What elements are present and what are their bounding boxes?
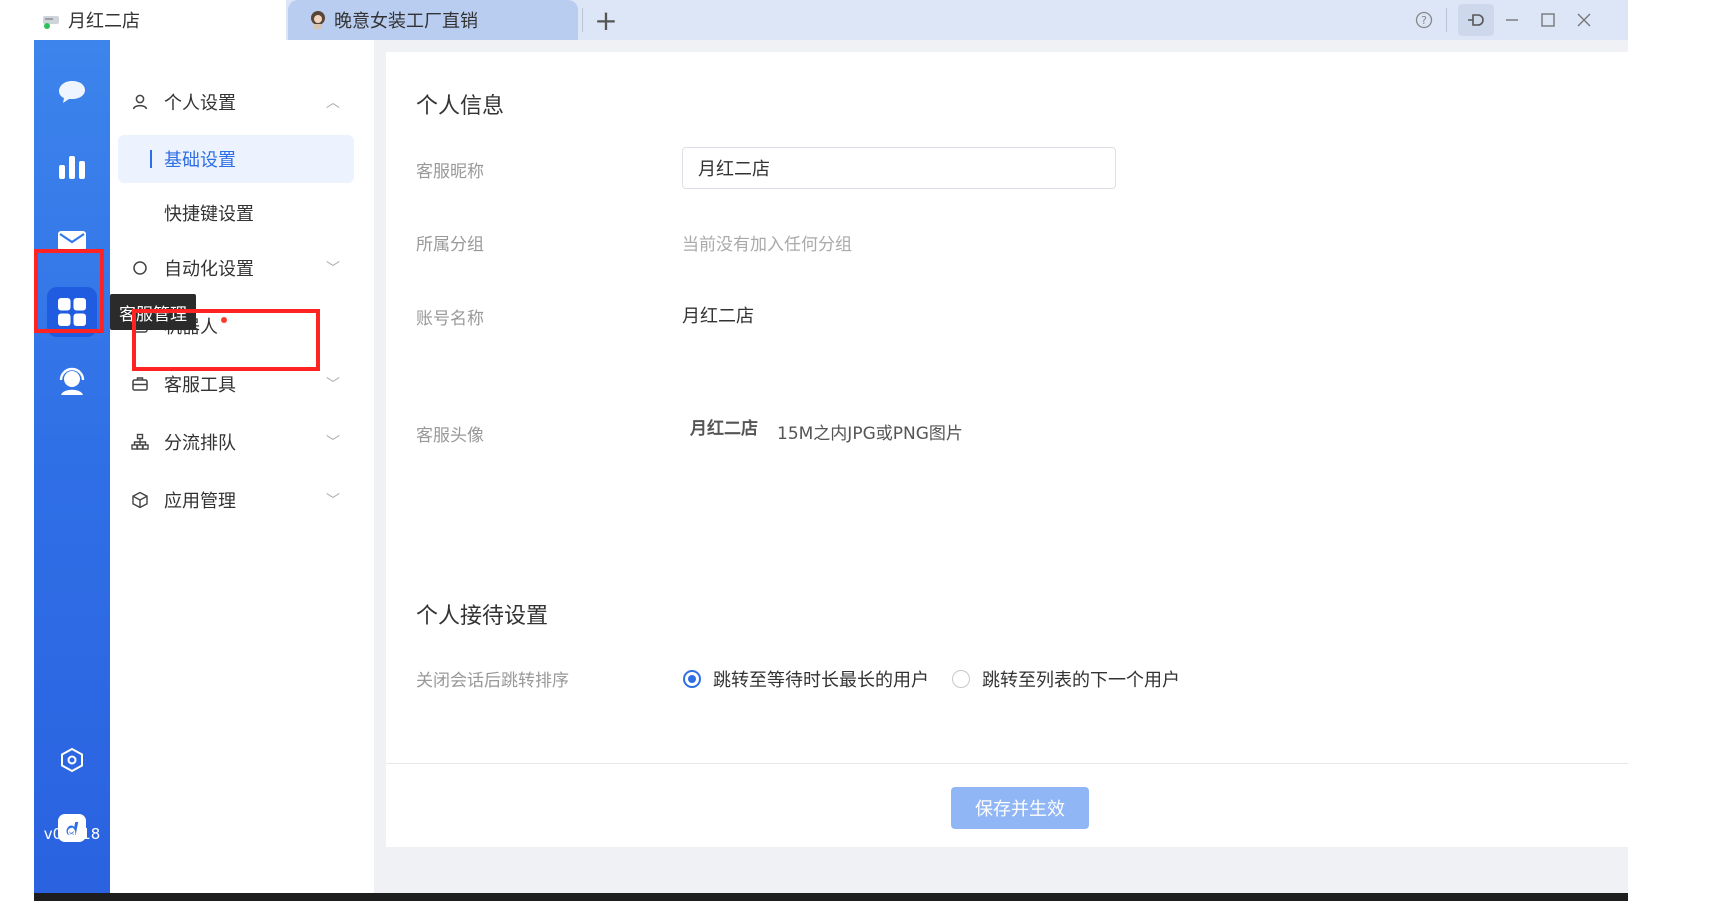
avatar-label: 客服头像 (416, 426, 484, 446)
menu-personal-settings[interactable]: 个人设置 ︿ (118, 78, 354, 126)
menu-label: 应用管理 (164, 491, 236, 512)
group-value: 当前没有加入任何分组 (682, 235, 852, 255)
toolbox-icon (130, 374, 150, 394)
tab-label: 月红二店 (68, 11, 140, 32)
avatar-hint: 15M之内JPG或PNG图片 (777, 424, 963, 444)
reception-title: 个人接待设置 (416, 604, 549, 629)
app-window: 月红二店 晚意女装工厂直销 + ? d v0.9.18 客服管理 个人设置 ︿ … (34, 0, 1628, 901)
nickname-value: 月红二店 (698, 159, 770, 180)
chat-icon[interactable] (47, 67, 97, 117)
highlight-box-robot (132, 309, 320, 371)
close-icon[interactable] (1566, 0, 1602, 40)
tab-wanyi[interactable]: 晚意女装工厂直销 (288, 0, 578, 40)
menu-label: 个人设置 (164, 93, 236, 114)
menu-label: 快捷键设置 (164, 204, 254, 225)
title-bar: 月红二店 晚意女装工厂直销 + ? (34, 0, 1628, 40)
active-indicator (150, 150, 152, 168)
menu-automation-settings[interactable]: 自动化设置 ﹀ (118, 244, 354, 292)
save-button[interactable]: 保存并生效 (951, 787, 1089, 829)
close-sort-label: 关闭会话后跳转排序 (416, 671, 569, 691)
settings-menu: 个人设置 ︿ 基础设置 快捷键设置 自动化设置 ﹀ 机器人 (110, 40, 374, 901)
avatar-image[interactable]: 月红二店 (690, 414, 758, 439)
menu-label: 客服工具 (164, 375, 236, 396)
radio-longest-wait[interactable]: 跳转至等待时长最长的用户 (683, 666, 929, 692)
svg-text:?: ? (1421, 14, 1427, 27)
stats-icon[interactable] (47, 142, 97, 192)
group-label: 所属分组 (416, 235, 484, 255)
menu-label: 自动化设置 (164, 259, 254, 280)
tab-separator (582, 8, 583, 32)
radio-next-in-list[interactable]: 跳转至列表的下一个用户 (952, 666, 1180, 692)
icon-rail: d v0.9.18 (34, 40, 110, 901)
cube-icon (130, 490, 150, 510)
automation-icon (130, 258, 150, 278)
agent-icon[interactable] (47, 357, 97, 407)
minimize-icon[interactable] (1494, 0, 1530, 40)
maximize-icon[interactable] (1530, 0, 1566, 40)
help-icon[interactable]: ? (1406, 0, 1442, 40)
highlight-box-rail (34, 249, 104, 333)
account-value: 月红二店 (682, 306, 754, 327)
nickname-label: 客服昵称 (416, 162, 484, 182)
control-separator (1446, 8, 1447, 32)
settings-hex-icon[interactable] (47, 735, 97, 785)
radio-label: 跳转至等待时长最长的用户 (713, 670, 929, 691)
chevron-down-icon: ﹀ (326, 377, 340, 393)
avatar-icon (308, 10, 328, 30)
menu-basic-settings[interactable]: 基础设置 (118, 135, 354, 183)
nickname-input[interactable]: 月红二店 (682, 147, 1116, 189)
footer-divider (386, 763, 1628, 764)
add-tab-button[interactable]: + (586, 0, 626, 40)
radio-label: 跳转至列表的下一个用户 (982, 670, 1180, 691)
menu-label: 分流排队 (164, 433, 236, 454)
radio-checked-icon (683, 670, 701, 688)
chevron-up-icon: ︿ (326, 95, 340, 111)
menu-shortcut-settings[interactable]: 快捷键设置 (118, 189, 354, 237)
menu-label: 基础设置 (164, 150, 236, 171)
chevron-down-icon: ﹀ (326, 493, 340, 509)
pin-icon[interactable] (1458, 4, 1494, 36)
menu-queue[interactable]: 分流排队 ﹀ (118, 418, 354, 466)
account-label: 账号名称 (416, 309, 484, 329)
personal-info-title: 个人信息 (416, 94, 505, 119)
radio-unchecked-icon (952, 670, 970, 688)
user-icon (130, 92, 150, 112)
menu-app-management[interactable]: 应用管理 ﹀ (118, 476, 354, 524)
app-version: v0.9.18 (43, 825, 101, 843)
tab-yuehong[interactable]: 月红二店 (34, 0, 286, 40)
tab-label: 晚意女装工厂直销 (334, 11, 478, 32)
org-chart-icon (130, 432, 150, 452)
chevron-down-icon: ﹀ (326, 261, 340, 277)
bottom-strip (34, 893, 1628, 901)
chevron-down-icon: ﹀ (326, 435, 340, 451)
store-icon (42, 10, 62, 30)
